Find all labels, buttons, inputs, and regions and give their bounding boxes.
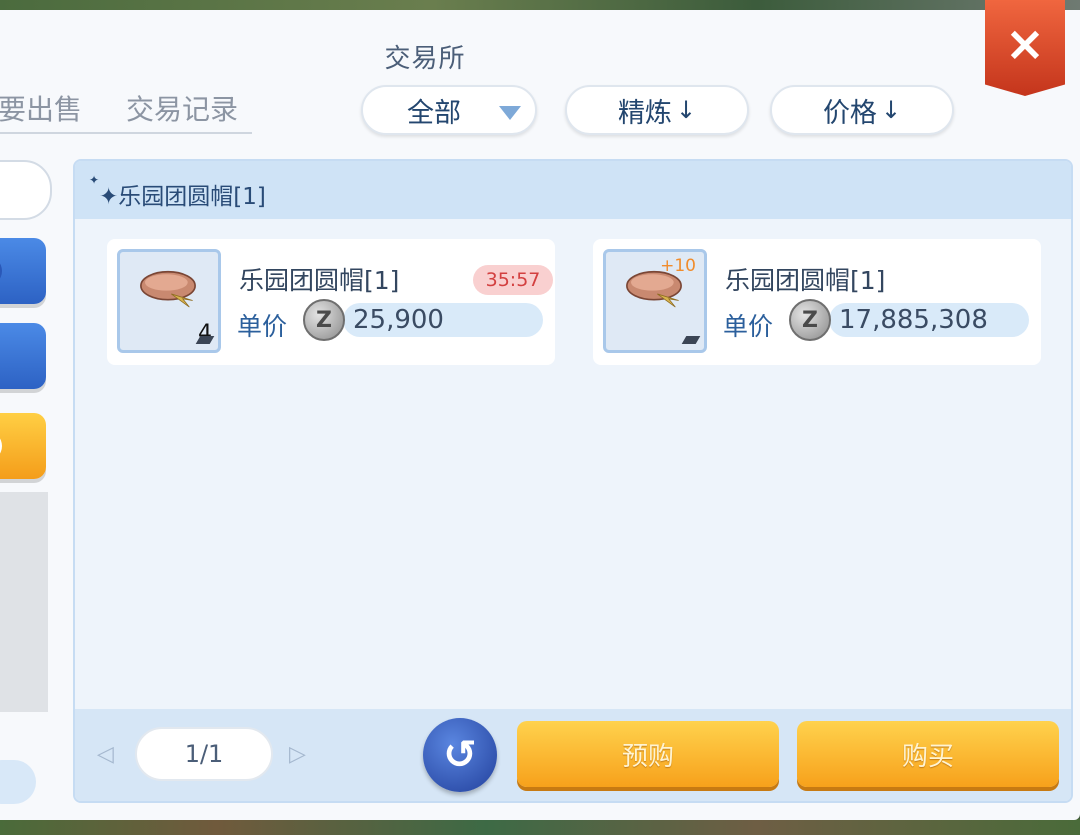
category-button[interactable] bbox=[0, 323, 46, 389]
side-bottom-button[interactable] bbox=[0, 760, 36, 804]
item-name: 乐园团圆帽[1] bbox=[239, 266, 400, 295]
search-input[interactable] bbox=[0, 160, 52, 220]
item-thumbnail: +10 bbox=[603, 249, 707, 353]
list-footer: ◁ 1/1 ▷ ↺ 预购 购买 bbox=[75, 709, 1071, 801]
item-name: 乐园团圆帽[1] bbox=[725, 266, 886, 295]
category-dropdown[interactable]: 全部 bbox=[361, 85, 537, 135]
chevron-up-icon: ⌃ bbox=[0, 256, 2, 286]
chevron-down-icon: ⌄ bbox=[0, 431, 2, 461]
list-header: ✦ ✦乐园团圆帽[1] bbox=[75, 161, 1071, 219]
hat-icon bbox=[140, 270, 196, 308]
tab-divider bbox=[0, 132, 252, 134]
sparkle-icon: ✦ bbox=[89, 173, 100, 187]
sort-down-arrow-icon: ↓ bbox=[675, 96, 697, 124]
prev-page-icon[interactable]: ◁ bbox=[97, 742, 114, 767]
corner-mark-icon bbox=[681, 336, 701, 344]
refresh-button[interactable]: ↺ bbox=[423, 718, 497, 792]
zeny-coin-icon: Z bbox=[789, 299, 831, 341]
sort-refine-button[interactable]: 精炼 ↓ bbox=[565, 85, 749, 135]
category-dropdown-label: 全部 bbox=[407, 97, 461, 129]
close-icon: × bbox=[1004, 16, 1046, 72]
scroll-down-button[interactable]: ⌄ bbox=[0, 413, 46, 479]
page-indicator: 1/1 bbox=[135, 727, 273, 781]
item-card[interactable]: +10 乐园团圆帽[1] 单价 Z 17,885,308 bbox=[593, 239, 1041, 365]
price-value: 25,900 bbox=[353, 305, 444, 335]
sort-price-button[interactable]: 价格 ↓ bbox=[770, 85, 954, 135]
section-title: ✦乐园团圆帽[1] bbox=[99, 184, 266, 210]
exchange-panel: 交易所 要出售 交易记录 全部 精炼 ↓ 价格 ↓ ⌃ ⌄ ✦ ✦乐园团圆帽[1… bbox=[0, 10, 1080, 820]
item-thumbnail: 4 bbox=[117, 249, 221, 353]
background-bottom bbox=[0, 819, 1080, 835]
page-title: 交易所 bbox=[384, 44, 466, 74]
tab-history[interactable]: 交易记录 bbox=[126, 88, 238, 128]
close-button[interactable]: × bbox=[985, 0, 1065, 96]
buy-button[interactable]: 购买 bbox=[797, 721, 1059, 787]
scroll-up-button[interactable]: ⌃ bbox=[0, 238, 46, 304]
tab-sell[interactable]: 要出售 bbox=[0, 88, 82, 128]
unit-price-label: 单价 bbox=[237, 312, 288, 341]
sort-price-label: 价格 bbox=[822, 97, 877, 129]
zeny-coin-icon: Z bbox=[303, 299, 345, 341]
dropdown-triangle-icon bbox=[499, 106, 521, 120]
price-value: 17,885,308 bbox=[839, 305, 988, 335]
preorder-button[interactable]: 预购 bbox=[517, 721, 779, 787]
sort-refine-label: 精炼 bbox=[617, 97, 672, 129]
category-list-panel bbox=[0, 492, 48, 712]
timer-badge: 35:57 bbox=[473, 265, 553, 295]
refine-level: +10 bbox=[660, 256, 696, 276]
item-card[interactable]: 4 乐园团圆帽[1] 35:57 单价 Z 25,900 bbox=[107, 239, 555, 365]
next-page-icon[interactable]: ▷ bbox=[289, 742, 306, 767]
unit-price-label: 单价 bbox=[723, 312, 774, 341]
sort-down-arrow-icon: ↓ bbox=[880, 96, 902, 124]
item-list: ✦ ✦乐园团圆帽[1] 4 乐园团圆帽[1] 35:57 单价 Z 25,900 bbox=[73, 159, 1073, 803]
refresh-icon: ↺ bbox=[443, 732, 477, 778]
